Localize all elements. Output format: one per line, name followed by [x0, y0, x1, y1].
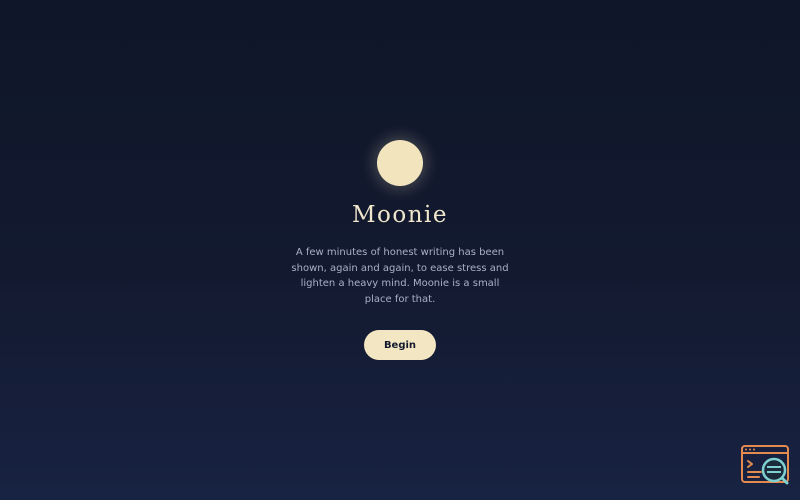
- begin-button[interactable]: Begin: [364, 330, 436, 360]
- devtools-inspect-icon-graphic: [741, 445, 789, 485]
- devtools-inspect-icon[interactable]: [741, 445, 789, 485]
- welcome-screen: Moonie A few minutes of honest writing h…: [0, 0, 800, 500]
- app-title: Moonie: [351, 202, 449, 228]
- tagline-text: A few minutes of honest writing has been…: [291, 247, 509, 305]
- moon-icon: [377, 140, 423, 186]
